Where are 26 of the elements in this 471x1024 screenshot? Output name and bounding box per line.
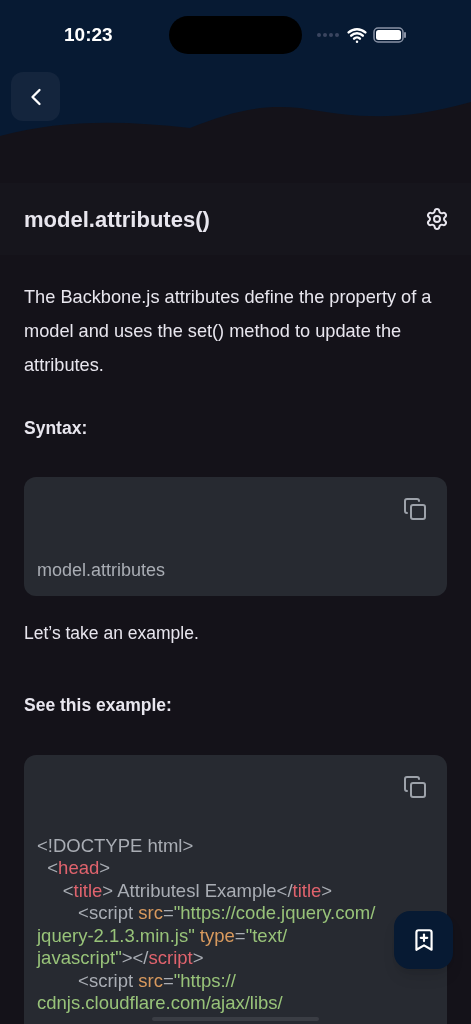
copy-icon — [403, 497, 427, 522]
code-line: <script src="https://code.jquery.com/ — [77, 902, 376, 925]
code-line: <!DOCTYPE html> — [37, 834, 194, 858]
wifi-icon — [347, 25, 367, 45]
code-text: model.attributes — [37, 559, 167, 583]
code-line: jquery-2.1.3.min.js" type="text/ — [37, 924, 288, 948]
example-heading: See this example: — [24, 693, 173, 717]
status-time: 10:23 — [64, 22, 113, 47]
page-title: model.attributes() — [24, 205, 210, 234]
settings-icon — [425, 207, 449, 231]
signal-icon — [317, 33, 341, 37]
copy-button[interactable] — [403, 774, 427, 799]
code-line: <script src="https:// — [77, 969, 236, 993]
back-button[interactable] — [11, 72, 60, 121]
intro-paragraph: The Backbone.js attributes define the property of a model and uses the set() method to update the attributes. — [24, 286, 433, 377]
code-line: cdnjs.cloudflare.com/ajax/libs/ — [37, 992, 283, 1015]
code-line: <head> — [46, 857, 111, 880]
code-line: javascript"></script> — [37, 947, 204, 970]
copy-button[interactable] — [403, 497, 427, 522]
battery-icon — [373, 27, 407, 43]
lead-text: Let’s take an example. — [24, 622, 200, 646]
copy-icon — [403, 774, 427, 799]
syntax-heading: Syntax: — [24, 417, 89, 440]
add-bookmark-button[interactable] — [394, 911, 453, 969]
code-line: <title> Attributesl Example</title> — [61, 879, 333, 903]
settings-button[interactable] — [425, 207, 449, 231]
